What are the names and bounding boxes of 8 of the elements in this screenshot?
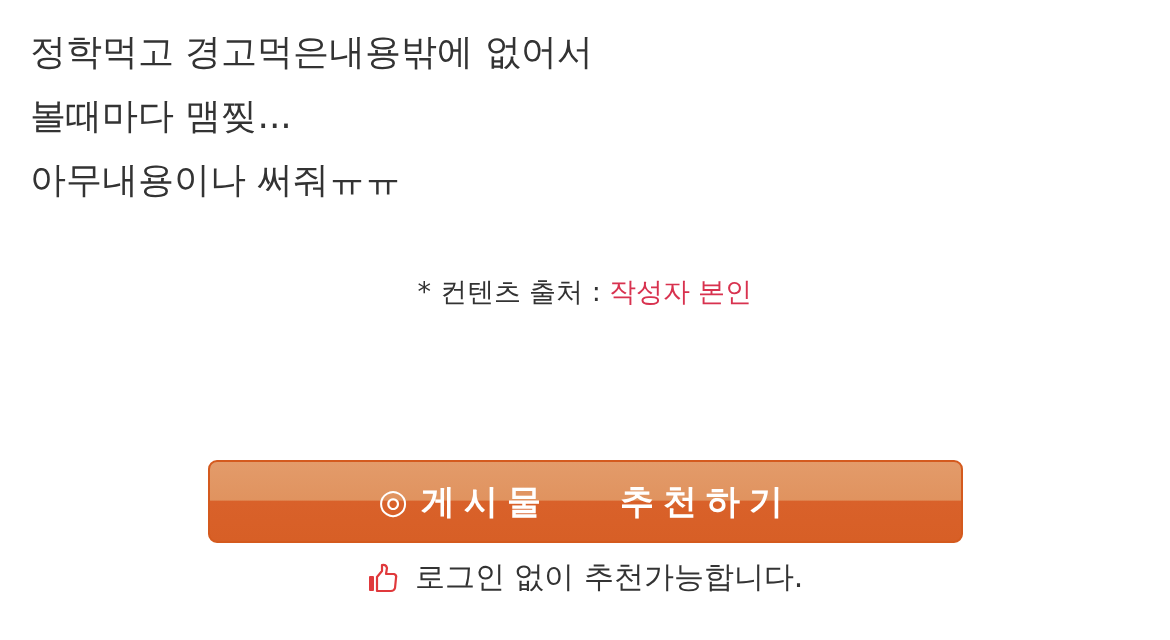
post-text-line: 아무내용이나 써줘ㅠㅠ (30, 158, 403, 202)
post-text-line: 정학먹고 경고먹은내용밖에 없어서 (30, 30, 594, 74)
thumbs-up-icon (366, 561, 399, 594)
recommend-note: 로그인 없이 추천가능합니다. (414, 558, 804, 596)
source-label: * 컨텐츠 출처 : (417, 275, 601, 309)
recommend-button[interactable]: ◎게시물 추천하기 (207, 460, 963, 543)
post-text-line: 볼때마다 맴찢... (30, 94, 293, 138)
source-link[interactable]: 작성자 본인 (608, 274, 753, 310)
